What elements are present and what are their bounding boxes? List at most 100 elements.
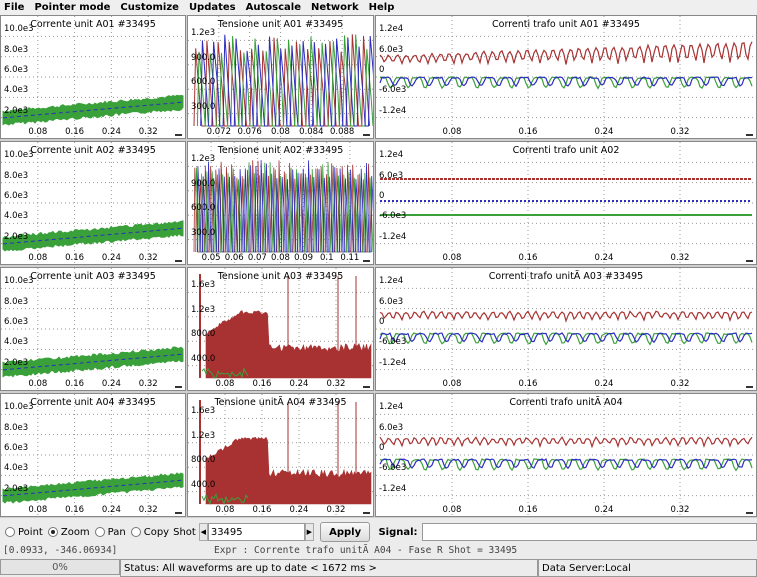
shot-next-button[interactable]: ▶: [304, 523, 314, 541]
waveform-panel[interactable]: Tensione unitÃ A04 #33495 1.6e3 1.2e3 800.0…: [187, 393, 374, 517]
y-tick-label: 1.6e3: [191, 406, 216, 417]
x-tick-label: 0.072: [206, 127, 231, 137]
y-tick-label: 1.2e4: [379, 24, 404, 35]
y-tick-label: 1.6e3: [191, 280, 216, 291]
x-tick-label: 0.08: [28, 505, 48, 515]
panel-resize-handle[interactable]: [175, 386, 182, 388]
x-tick-label: 0.24: [101, 379, 121, 389]
y-tick-label: 2.0e3: [4, 231, 29, 242]
mode-copy-label: Copy: [143, 526, 170, 538]
panel-title: Tensione unitÃ A04 #33495: [214, 397, 347, 408]
apply-button[interactable]: Apply: [319, 522, 371, 542]
waveform-plot[interactable]: [188, 142, 373, 264]
panel-title: Tensione unit A03 #33495: [217, 271, 344, 282]
mode-point-radio[interactable]: Point: [5, 527, 43, 538]
panel-resize-handle[interactable]: [746, 134, 753, 136]
waveform-panel[interactable]: Corrente unit A01 #33495 10.0e3 8.0e3 6.0e3…: [0, 15, 186, 139]
x-tick-label: 0.076: [237, 127, 262, 137]
signal-input[interactable]: [421, 523, 757, 541]
menu-pointer-mode[interactable]: Pointer mode: [34, 2, 110, 13]
y-tick-label: 2.0e3: [4, 105, 29, 116]
waveform-line: [379, 310, 753, 323]
y-tick-label: 6.0e3: [379, 296, 404, 307]
waveform-panel[interactable]: Tensione unit A03 #33495 1.6e3 1.2e3 800.0 4…: [187, 267, 374, 391]
y-tick-label: 1.2e4: [379, 402, 404, 413]
y-tick-label: 4.0e3: [4, 463, 29, 474]
mode-zoom-radio[interactable]: Zoom: [47, 527, 90, 538]
menu-bar: File Pointer mode Customize Updates Autoscal…: [0, 0, 757, 15]
x-tick-label: 0.24: [101, 127, 121, 137]
x-tick-label: 0.06: [224, 253, 244, 263]
panel-resize-handle[interactable]: [363, 260, 370, 262]
panel-title: Tensione unit A02 #33495: [217, 145, 344, 156]
waveform-plot[interactable]: [376, 394, 756, 516]
menu-autoscale[interactable]: Autoscale: [246, 2, 301, 13]
mode-pan-radio[interactable]: Pan: [94, 527, 126, 538]
y-tick-label: 6.0e3: [4, 317, 29, 327]
y-tick-label: 6.0e3: [4, 65, 29, 75]
y-tick-label: -6.0e3: [379, 85, 407, 96]
waveform-panel[interactable]: Correnti trafo unitÃ A03 #33495 1.2e4 6.0e…: [375, 267, 757, 391]
panel-resize-handle[interactable]: [363, 386, 370, 388]
waveform-panel[interactable]: Tensione unit A02 #33495 1.2e3 900.0 600.0 3…: [187, 141, 374, 265]
y-tick-label: 4.0e3: [4, 211, 29, 222]
menu-customize[interactable]: Customize: [120, 2, 179, 13]
x-tick-label: 0.24: [594, 379, 614, 389]
menu-updates[interactable]: Updates: [189, 2, 236, 13]
shot-prev-button[interactable]: ◀: [198, 523, 208, 541]
shot-input[interactable]: [207, 523, 305, 541]
radio-selected-icon: [47, 527, 58, 537]
y-tick-label: -6.0e3: [379, 211, 407, 222]
y-tick-label: 1.2e3: [191, 304, 216, 315]
y-tick-label: 600.0: [191, 77, 216, 88]
waveform-panel[interactable]: Tensione unit A01 #33495 1.2e3 900.0 600.0 3…: [187, 15, 374, 139]
y-tick-label: 300.0: [191, 101, 216, 112]
panel-resize-handle[interactable]: [363, 512, 370, 514]
waveform-plot[interactable]: [188, 16, 373, 138]
progress-bar: 0%: [0, 559, 120, 575]
y-tick-label: -6.0e3: [379, 337, 407, 348]
y-tick-label: 6.0e3: [379, 170, 404, 181]
menu-file[interactable]: File: [4, 2, 24, 13]
panel-resize-handle[interactable]: [363, 134, 370, 136]
x-tick-label: 0.32: [138, 379, 158, 389]
waveform-panel[interactable]: Corrente unit A03 #33495 10.0e3 8.0e3 6.0e3…: [0, 267, 186, 391]
panel-resize-handle[interactable]: [175, 512, 182, 514]
menu-help[interactable]: Help: [369, 2, 395, 13]
panel-resize-handle[interactable]: [175, 134, 182, 136]
panel-resize-handle[interactable]: [746, 260, 753, 262]
x-tick-label: 0.08: [271, 253, 290, 263]
y-tick-label: 900.0: [191, 178, 216, 189]
panel-resize-handle[interactable]: [746, 512, 753, 514]
y-tick-label: 1.2e3: [191, 154, 216, 165]
menu-network[interactable]: Network: [311, 2, 359, 13]
mode-copy-radio[interactable]: Copy: [130, 526, 170, 538]
y-tick-label: 1.2e3: [191, 430, 216, 441]
waveform-plot[interactable]: [188, 268, 373, 390]
y-tick-label: 10.0e3: [4, 276, 34, 287]
panel-title: Correnti trafo unitÃ A03 #33495: [488, 271, 644, 282]
waveform-panel[interactable]: Correnti trafo unitÃ A04 1.2e4 6.0e3 0 -6.0e…: [375, 393, 757, 517]
waveform-plot[interactable]: [376, 268, 756, 390]
info-line: [0.0933, -346.06934] Expr : Corrente tra…: [0, 544, 757, 558]
waveform-band: [2, 472, 184, 504]
waveform-band: [2, 346, 184, 378]
waveform-panel[interactable]: Correnti trafo unit A02 1.2e4 6.0e3 0 -6.0e3…: [375, 141, 757, 265]
y-tick-label: 0: [379, 65, 385, 75]
status-message: Status: All waveforms are up to date < 1…: [120, 559, 538, 577]
waveform-plot[interactable]: [188, 394, 373, 516]
waveform-panel[interactable]: Corrente unit A04 #33495 10.0e3 8.0e3 6.0e3…: [0, 393, 186, 517]
waveform-plot[interactable]: [376, 16, 756, 138]
waveform-panel[interactable]: Correnti trafo unit A01 #33495 1.2e4 6.0e3…: [375, 15, 757, 139]
radio-icon: [5, 527, 15, 537]
panel-resize-handle[interactable]: [746, 386, 753, 388]
waveform-panel[interactable]: Corrente unit A02 #33495 10.0e3 8.0e3 6.0e3…: [0, 141, 186, 265]
x-tick-label: 0.084: [299, 127, 324, 137]
panel-title: Correnti trafo unit A02: [512, 145, 620, 156]
y-tick-label: 1.2e3: [191, 28, 216, 39]
waveform-plot[interactable]: [376, 142, 756, 264]
x-tick-label: 0.08: [442, 127, 462, 137]
x-tick-label: 0.08: [271, 127, 290, 137]
panel-resize-handle[interactable]: [175, 260, 182, 262]
x-tick-label: 0.16: [65, 379, 85, 389]
